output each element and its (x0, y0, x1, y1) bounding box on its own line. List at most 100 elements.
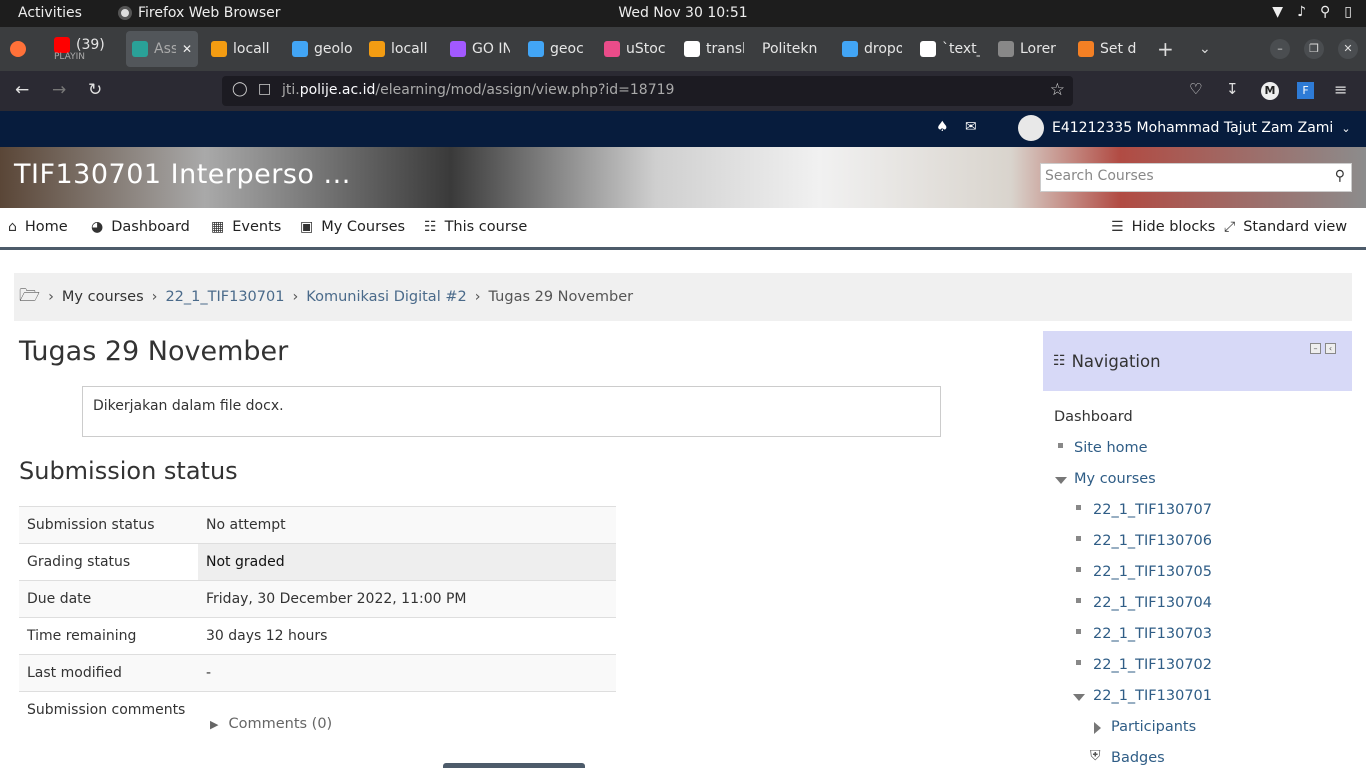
list-icon: ☰ (1111, 219, 1124, 235)
nav-my-courses[interactable]: My courses (1074, 471, 1156, 487)
system-tray[interactable]: ▼ ♪ ⚲ ▯ (1272, 4, 1352, 20)
nav-course-item[interactable]: 22_1_TIF130707 (1093, 502, 1212, 518)
maximize-button[interactable]: ❐ (1304, 39, 1324, 59)
nav-dashboard[interactable]: Dashboard (1054, 409, 1133, 425)
battery-icon: ▯ (1344, 4, 1352, 20)
google-icon (684, 41, 700, 57)
nav-badges[interactable]: Badges (1111, 750, 1165, 766)
menu-this-course[interactable]: ☷ This course (424, 219, 527, 235)
table-row: Last modified - (19, 654, 616, 692)
browser-tab[interactable]: dropo (842, 31, 902, 67)
moodle-navbar: ♠ ✉ E41212335 Mohammad Tajut Zam Zami ⌄ (0, 111, 1366, 147)
tab-title: (39) (76, 36, 105, 53)
dock-block-icon[interactable]: ‹ (1325, 343, 1336, 354)
page-title: Tugas 29 November (19, 336, 289, 367)
browser-tab[interactable]: uStoc (604, 31, 666, 67)
nav-course-current[interactable]: 22_1_TIF130701 (1093, 688, 1212, 704)
tab-title: transl (706, 41, 744, 57)
close-tab-icon[interactable]: ✕ (182, 42, 192, 56)
nav-course-item[interactable]: 22_1_TIF130702 (1093, 657, 1212, 673)
tab-title: Set d (1100, 41, 1137, 57)
firefox-icon (10, 41, 26, 57)
bookmark-star-icon[interactable]: ☆ (1050, 80, 1065, 100)
search-input[interactable] (1045, 168, 1315, 184)
tracking-shield-icon[interactable]: ◯ (232, 81, 248, 97)
tab-title: GO IN (472, 41, 510, 57)
messages-icon[interactable]: ✉ (965, 119, 977, 135)
hide-blocks-button[interactable]: ☰ Hide blocks (1111, 219, 1215, 235)
minimize-button[interactable]: – (1270, 39, 1290, 59)
breadcrumb-course[interactable]: 22_1_TIF130701 (165, 289, 284, 305)
url-text[interactable]: jti.polije.ac.id/elearning/mod/assign/vi… (282, 82, 674, 98)
clock[interactable]: Wed Nov 30 10:51 (0, 5, 1366, 21)
tab-title: Politekn (762, 41, 818, 57)
downloads-icon[interactable]: ↧ (1226, 80, 1239, 98)
extension-fi-icon[interactable]: F (1297, 82, 1314, 99)
caret-down-icon[interactable] (1073, 694, 1085, 701)
standard-view-button[interactable]: ⤢ Standard view (1224, 219, 1347, 235)
browser-tab[interactable]: Politekn (762, 31, 820, 67)
nav-course-item[interactable]: 22_1_TIF130705 (1093, 564, 1212, 580)
search-icon[interactable]: ⚲ (1335, 168, 1345, 184)
flutter-icon (528, 41, 544, 57)
url-bar[interactable]: ◯ □ jti.polije.ac.id/elearning/mod/assig… (222, 76, 1073, 106)
add-submission-button[interactable] (443, 763, 585, 768)
pocket-icon[interactable]: ♡ (1189, 80, 1202, 98)
nav-site-home[interactable]: Site home (1074, 440, 1148, 456)
menu-my-courses[interactable]: ▣ My Courses (300, 219, 405, 235)
close-window-button[interactable]: ✕ (1338, 39, 1358, 59)
forward-button[interactable]: → (52, 80, 66, 100)
course-title[interactable]: TIF130701 Interperso ... (14, 159, 351, 190)
notifications-bell-icon[interactable]: ♠ (936, 119, 949, 135)
browser-tab[interactable]: locall (211, 31, 271, 67)
browser-tab[interactable]: `text_ (920, 31, 980, 67)
breadcrumb-my-courses[interactable]: My courses (62, 289, 144, 305)
new-tab-button[interactable]: + (1157, 31, 1174, 67)
browser-tab[interactable]: geolo (292, 31, 352, 67)
table-row: Grading status Not graded (19, 543, 616, 581)
browser-tab[interactable]: Lorer (998, 31, 1058, 67)
collapse-block-icon[interactable]: – (1310, 343, 1321, 354)
bullet-icon (1076, 505, 1081, 510)
avatar (1018, 115, 1044, 141)
nav-course-item[interactable]: 22_1_TIF130706 (1093, 533, 1212, 549)
github-icon (920, 41, 936, 57)
nav-course-item[interactable]: 22_1_TIF130703 (1093, 626, 1212, 642)
back-button[interactable]: ← (15, 80, 29, 100)
moodle-icon (132, 41, 148, 57)
tab-title: locall (233, 41, 270, 57)
browser-tab[interactable]: geoc (528, 31, 586, 67)
caret-down-icon[interactable] (1055, 477, 1067, 484)
comments-toggle[interactable]: ▶ Comments (0) (210, 716, 332, 732)
menu-hamburger-icon[interactable]: ≡ (1334, 80, 1347, 99)
youtube-icon (54, 36, 70, 53)
lock-icon[interactable]: □ (258, 81, 271, 97)
browser-tab[interactable]: transl (684, 31, 744, 67)
caret-right-icon[interactable] (1094, 722, 1101, 734)
menu-events[interactable]: ▦ Events (211, 219, 281, 235)
extension-m-icon[interactable]: M (1261, 82, 1279, 100)
menu-dashboard[interactable]: ◕ Dashboard (91, 219, 190, 235)
menu-home[interactable]: ⌂ Home (8, 219, 68, 235)
submission-status-heading: Submission status (19, 457, 238, 485)
browser-tab[interactable]: Set d (1078, 31, 1138, 67)
tab-title: geoc (550, 41, 584, 57)
tab-title: dropo (864, 41, 902, 57)
breadcrumb-section[interactable]: Komunikasi Digital #2 (306, 289, 466, 305)
reload-button[interactable]: ↻ (88, 80, 102, 100)
browser-tab[interactable]: (39) PLAYIN (54, 31, 118, 67)
nav-participants[interactable]: Participants (1111, 719, 1196, 735)
bullet-icon (1076, 629, 1081, 634)
user-menu[interactable]: E41212335 Mohammad Tajut Zam Zami ⌄ (1018, 115, 1351, 141)
nav-course-item[interactable]: 22_1_TIF130704 (1093, 595, 1212, 611)
firefox-view-button[interactable] (10, 31, 32, 67)
table-row: Time remaining 30 days 12 hours (19, 617, 616, 655)
list-all-tabs-button[interactable]: ⌄ (1199, 31, 1211, 67)
lorem-icon (998, 41, 1014, 57)
browser-tab[interactable]: locall (369, 31, 429, 67)
navigation-toolbar: ← → ↻ ◯ □ jti.polije.ac.id/elearning/mod… (0, 71, 1366, 111)
browser-tab[interactable]: Ass ✕ (126, 31, 198, 67)
browser-tab[interactable]: GO IN (450, 31, 510, 67)
folder-open-icon[interactable]: 🗁 (19, 283, 40, 312)
flutter-icon (842, 41, 858, 57)
